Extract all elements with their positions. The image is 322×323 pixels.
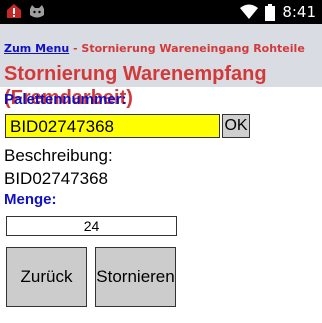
notification-icons: [6, 3, 46, 21]
breadcrumb-current: Stornierung Wareneingang Rohteile: [81, 42, 305, 55]
header: Zum Menu - Stornierung Wareneingang Roht…: [0, 24, 322, 109]
cat-icon: [30, 5, 44, 18]
battery-icon: [265, 3, 276, 21]
status-bar: 8:41: [0, 0, 322, 24]
alert-icon: [7, 4, 21, 18]
quantity-label: Menge:: [4, 191, 57, 208]
description-value: BID02747368: [4, 169, 108, 188]
cancel-button[interactable]: Stornieren: [95, 247, 176, 307]
menu-link[interactable]: Zum Menu: [4, 42, 69, 55]
ok-button[interactable]: OK: [222, 114, 250, 138]
wifi-icon: [240, 4, 259, 19]
clock: 8:41: [282, 3, 316, 21]
quantity-input[interactable]: 24: [6, 216, 177, 236]
description-label: Beschreibung:: [4, 146, 113, 165]
pallet-number-input[interactable]: BID02747368: [5, 114, 220, 138]
system-icons: 8:41: [240, 0, 316, 24]
breadcrumb-separator: -: [69, 42, 82, 55]
breadcrumb: Zum Menu - Stornierung Wareneingang Roht…: [4, 42, 305, 55]
pallet-number-label: Palettennummer:: [4, 91, 127, 108]
back-button[interactable]: Zurück: [6, 247, 87, 307]
